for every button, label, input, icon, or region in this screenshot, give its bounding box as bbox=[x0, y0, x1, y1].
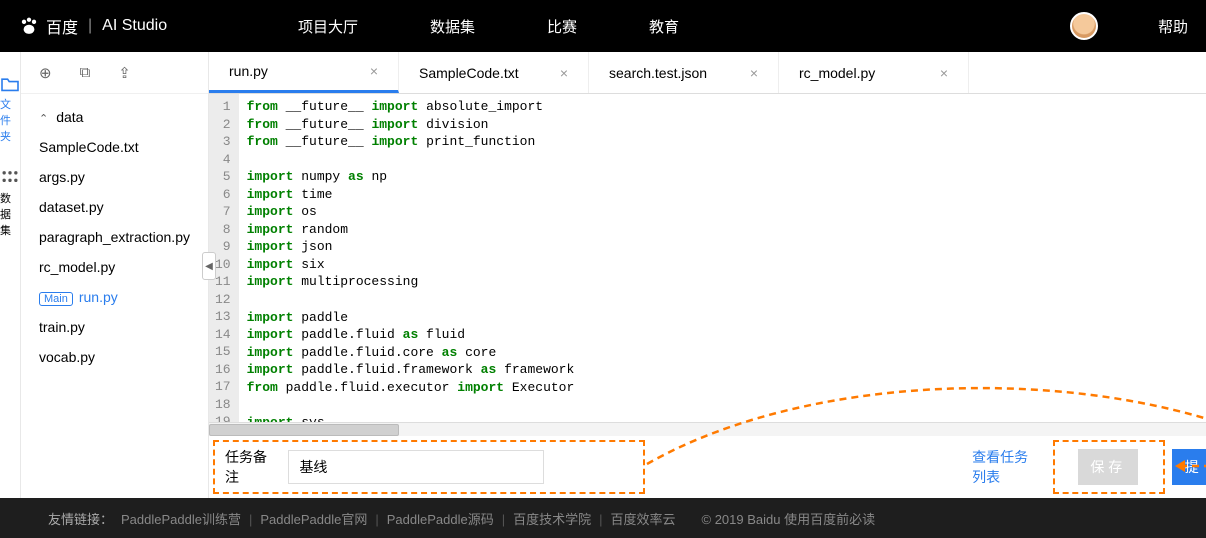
new-file-icon[interactable]: ⊕ bbox=[39, 64, 52, 82]
footer-copyright: © 2019 Baidu 使用百度前必读 bbox=[702, 509, 876, 528]
datasets-icon bbox=[0, 168, 20, 186]
editor-tab[interactable]: search.test.json × bbox=[589, 52, 779, 93]
nav-datasets[interactable]: 数据集 bbox=[430, 16, 475, 37]
baidu-paw-icon bbox=[18, 16, 40, 36]
logo-studio-text: AI Studio bbox=[102, 17, 167, 35]
nav-links: 项目大厅 数据集 比赛 教育 bbox=[298, 16, 1070, 37]
submit-bar: 任务备注 查看任务列表 保存 提 交 bbox=[209, 436, 1206, 498]
logo[interactable]: 百度 | AI Studio bbox=[18, 14, 218, 38]
folder-data[interactable]: data bbox=[39, 102, 190, 132]
leftnav-datasets-label: 数据集 bbox=[0, 190, 20, 238]
footer-link[interactable]: PaddlePaddle官网 bbox=[260, 512, 367, 527]
editor-tabs: run.py×SampleCode.txt×search.test.json×r… bbox=[209, 52, 1206, 94]
scrollbar-thumb[interactable] bbox=[209, 424, 399, 436]
logo-divider: | bbox=[88, 17, 92, 35]
left-nav: 文件夹 数据集 bbox=[0, 52, 21, 498]
leftnav-files[interactable]: 文件夹 bbox=[0, 76, 20, 144]
footer: 友情链接： PaddlePaddle训练营|PaddlePaddle官网|Pad… bbox=[0, 498, 1206, 538]
footer-link[interactable]: 百度技术学院 bbox=[513, 512, 591, 527]
nav-projects[interactable]: 项目大厅 bbox=[298, 16, 358, 37]
file-item[interactable]: train.py bbox=[39, 312, 190, 342]
main-badge: Main bbox=[39, 292, 73, 306]
tab-label: run.py bbox=[229, 63, 268, 79]
footer-label: 友情链接： bbox=[48, 509, 113, 528]
file-item[interactable]: SampleCode.txt bbox=[39, 132, 190, 162]
file-tree: dataSampleCode.txtargs.pydataset.pyparag… bbox=[21, 94, 208, 380]
submit-button[interactable]: 提 交 bbox=[1172, 449, 1206, 485]
file-item[interactable]: args.py bbox=[39, 162, 190, 192]
editor: ◀ run.py×SampleCode.txt×search.test.json… bbox=[209, 52, 1206, 498]
editor-tab[interactable]: rc_model.py × bbox=[779, 52, 969, 93]
horizontal-scrollbar[interactable] bbox=[209, 422, 1206, 436]
footer-link[interactable]: 百度效率云 bbox=[611, 512, 676, 527]
nav-right: 帮助 bbox=[1070, 12, 1188, 40]
nav-education[interactable]: 教育 bbox=[649, 16, 679, 37]
file-item[interactable]: rc_model.py bbox=[39, 252, 190, 282]
main: 文件夹 数据集 ⊕ ⧉ ⇪ dataSampleCode.txtargs.pyd… bbox=[0, 52, 1206, 498]
file-item[interactable]: vocab.py bbox=[39, 342, 190, 372]
save-button[interactable]: 保存 bbox=[1078, 449, 1138, 485]
footer-link[interactable]: PaddlePaddle源码 bbox=[387, 512, 494, 527]
footer-links: PaddlePaddle训练营|PaddlePaddle官网|PaddlePad… bbox=[121, 509, 676, 528]
upload-icon[interactable]: ⇪ bbox=[118, 64, 131, 82]
remark-input[interactable] bbox=[288, 450, 544, 484]
leftnav-files-label: 文件夹 bbox=[0, 96, 20, 144]
folder-icon bbox=[0, 76, 20, 92]
close-icon[interactable]: × bbox=[940, 65, 948, 81]
file-panel: ⊕ ⧉ ⇪ dataSampleCode.txtargs.pydataset.p… bbox=[21, 52, 209, 498]
editor-tab[interactable]: run.py × bbox=[209, 52, 399, 93]
new-folder-icon[interactable]: ⧉ bbox=[80, 64, 91, 81]
footer-link[interactable]: PaddlePaddle训练营 bbox=[121, 512, 241, 527]
code-area[interactable]: 123456789101112131415161718192021222324 … bbox=[209, 94, 1206, 422]
file-toolbar: ⊕ ⧉ ⇪ bbox=[21, 52, 208, 94]
tab-label: search.test.json bbox=[609, 65, 707, 81]
close-icon[interactable]: × bbox=[370, 63, 378, 79]
close-icon[interactable]: × bbox=[560, 65, 568, 81]
leftnav-datasets[interactable]: 数据集 bbox=[0, 168, 20, 238]
tab-label: SampleCode.txt bbox=[419, 65, 519, 81]
view-task-list-link[interactable]: 查看任务列表 bbox=[972, 447, 1040, 487]
file-item-main[interactable]: Mainrun.py bbox=[39, 282, 190, 312]
file-item[interactable]: dataset.py bbox=[39, 192, 190, 222]
file-item[interactable]: paragraph_extraction.py bbox=[39, 222, 190, 252]
remark-label: 任务备注 bbox=[225, 447, 270, 487]
editor-tab[interactable]: SampleCode.txt × bbox=[399, 52, 589, 93]
tab-label: rc_model.py bbox=[799, 65, 875, 81]
nav-competition[interactable]: 比赛 bbox=[547, 16, 577, 37]
nav-help[interactable]: 帮助 bbox=[1158, 16, 1188, 37]
logo-baidu-text: 百度 bbox=[46, 14, 78, 38]
top-nav: 百度 | AI Studio 项目大厅 数据集 比赛 教育 帮助 bbox=[0, 0, 1206, 52]
close-icon[interactable]: × bbox=[750, 65, 758, 81]
collapse-panel-button[interactable]: ◀ bbox=[202, 252, 216, 280]
code-source[interactable]: from __future__ import absolute_import f… bbox=[239, 94, 1206, 422]
avatar[interactable] bbox=[1070, 12, 1098, 40]
